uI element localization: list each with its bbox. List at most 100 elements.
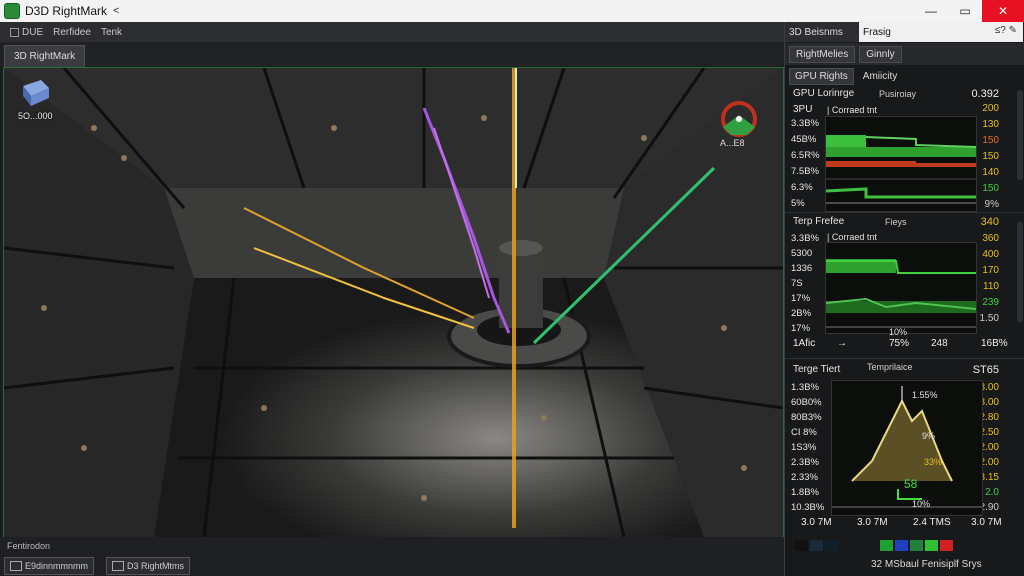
- left-axis-label: 10.3B%: [791, 502, 825, 513]
- left-axis-label: 6.5R%: [791, 150, 820, 161]
- swatch[interactable]: [825, 540, 838, 551]
- annotation: 1.55%: [912, 390, 938, 400]
- right-axis-label: 170: [982, 265, 999, 276]
- section-title: GPU Lorinrge: [793, 88, 855, 99]
- swatch[interactable]: [810, 540, 823, 551]
- task-button-e9[interactable]: E9dinnmmnmm: [4, 557, 95, 575]
- left-axis-label: 60B0%: [791, 397, 822, 408]
- left-axis-label: 1.3B%: [791, 382, 819, 393]
- menu-item-tenk[interactable]: Tenk: [101, 27, 122, 38]
- swatch[interactable]: [940, 540, 953, 551]
- subtab-rightmelies[interactable]: RightMelies: [789, 45, 856, 63]
- panel-subtabs: RightMelies Ginnly: [785, 43, 1024, 65]
- document-tab-row: 3D RightMark: [0, 42, 784, 67]
- left-axis-label: 5%: [791, 198, 805, 209]
- plot-caption: | Corraed tnt: [827, 232, 877, 242]
- window-controls: — ▭ ✕: [914, 0, 1024, 22]
- left-axis-label: 1.8B%: [791, 487, 819, 498]
- temp-frefee-section: Terp Frefee Fieys 340 | Corraed tnt 3.3B…: [785, 214, 1024, 354]
- left-axis-label: 2.3B%: [791, 457, 819, 468]
- tab-tools-icon[interactable]: ≤? ✎: [995, 25, 1017, 36]
- left-axis-label: 6.3%: [791, 182, 813, 193]
- section-value: 340: [980, 216, 999, 228]
- task-button-label: D3 RightMtms: [127, 561, 185, 571]
- section-subtitle: Temprilaice: [867, 362, 913, 372]
- right-axis-label: 150: [982, 135, 999, 146]
- left-axis-label: 7.5B%: [791, 166, 819, 177]
- window-icon: [112, 561, 124, 571]
- left-axis-label: 17%: [791, 293, 811, 304]
- section-value: ST65: [972, 364, 999, 376]
- swatch[interactable]: [910, 540, 923, 551]
- app-icon: [4, 3, 20, 19]
- summary-value: 16B%: [981, 338, 1008, 349]
- swatch[interactable]: [795, 540, 808, 551]
- performance-gauge-icon: [721, 101, 757, 137]
- right-axis-label: 150: [982, 183, 999, 194]
- plot-footnote: 10%: [889, 327, 908, 337]
- title-chevron-icon[interactable]: <: [113, 5, 119, 17]
- left-axis-label: 45B%: [791, 134, 817, 145]
- status-bar: Fentirodon E9dinnmmnmm D3 RightMtms: [0, 537, 784, 576]
- title-bar: D3D RightMark < — ▭ ✕: [0, 0, 1024, 22]
- menu-bar: DUE Rerfidee Tenk: [0, 22, 784, 42]
- left-axis-label: 3.3B%: [791, 233, 819, 244]
- swatch[interactable]: [895, 540, 908, 551]
- temperature-plot: [825, 242, 977, 334]
- summary-value: 3.0 7M: [971, 517, 1002, 528]
- annotation: 33%: [924, 457, 943, 467]
- scrollbar[interactable]: [1017, 222, 1023, 322]
- summary-value: 75%: [889, 338, 910, 349]
- left-axis-label: 80B3%: [791, 412, 822, 423]
- menu-label: DUE: [22, 26, 44, 38]
- annotation: 10%: [912, 499, 931, 509]
- right-axis-label: 130: [982, 119, 999, 130]
- right-axis-label: 400: [982, 249, 999, 260]
- right-axis-label: 140: [982, 167, 999, 178]
- summary-value: 2.4 TMS: [913, 517, 951, 528]
- desktop-icon-label: 5O...000: [18, 111, 53, 121]
- task-button-d3[interactable]: D3 RightMtms: [106, 557, 191, 575]
- render-viewport[interactable]: 5O...000 A...E8: [3, 67, 784, 538]
- left-axis-label: 17%: [791, 323, 811, 334]
- left-axis-label: 2.33%: [791, 472, 818, 483]
- maximize-button[interactable]: ▭: [948, 0, 982, 22]
- right-axis-label: 150: [982, 151, 999, 162]
- tab-label: Frasig: [863, 26, 891, 38]
- tab-3d-beisnms[interactable]: 3D Beisnms: [785, 22, 859, 42]
- annotation: 58: [904, 477, 918, 491]
- menu-item-rerfidee[interactable]: Rerfidee: [53, 27, 91, 38]
- swatch[interactable]: [880, 540, 893, 551]
- subtab-ginnly[interactable]: Ginnly: [859, 45, 902, 63]
- color-swatches: [795, 540, 953, 551]
- right-axis-label: 1.50: [979, 313, 999, 324]
- temperature-area-plot: 1.55% 9% 33% 58 10%: [831, 380, 983, 516]
- section-caption: 3PU: [793, 104, 813, 115]
- tab-gpu-rights[interactable]: GPU Rights: [789, 67, 854, 85]
- tab-amiicity[interactable]: Amiicity: [858, 69, 902, 84]
- close-button[interactable]: ✕: [982, 0, 1024, 22]
- gpu-tabs: GPU Rights Amiicity: [785, 66, 1024, 86]
- tab-frasig[interactable]: Frasig ≤? ✎: [859, 22, 1023, 42]
- minimize-button[interactable]: —: [914, 0, 948, 22]
- arrow-icon: →: [837, 338, 847, 349]
- gpu-load-plot: [825, 116, 977, 212]
- temperature-section: Terge Tiert Temprilaice ST65 1.3B% 60B0% 8…: [785, 362, 1024, 532]
- document-tab[interactable]: 3D RightMark: [4, 45, 86, 67]
- gpu-loading-section: GPU Lorinrge Pusiroiay 0.392 3PU | Corra…: [785, 86, 1024, 216]
- desktop-monitor-icon[interactable]: [19, 78, 53, 108]
- swatch[interactable]: [925, 540, 938, 551]
- menu-square-icon: [10, 27, 19, 37]
- right-axis-label: 9%: [984, 199, 999, 210]
- gauge-label: A...E8: [720, 138, 745, 148]
- right-axis-label: 239: [982, 297, 999, 308]
- scrollbar[interactable]: [1017, 90, 1023, 180]
- plot-caption: | Corraed tnt: [827, 105, 877, 115]
- left-axis-label: 1S3%: [791, 442, 817, 453]
- summary-label: 1Afic: [793, 338, 816, 349]
- left-axis-label: 3.3B%: [791, 118, 819, 129]
- panel-tab-strip: 3D Beisnms Frasig ≤? ✎: [785, 22, 1024, 42]
- scene-render: [4, 68, 783, 537]
- menu-item-due[interactable]: DUE: [10, 27, 43, 38]
- section-title: Terge Tiert: [793, 364, 841, 375]
